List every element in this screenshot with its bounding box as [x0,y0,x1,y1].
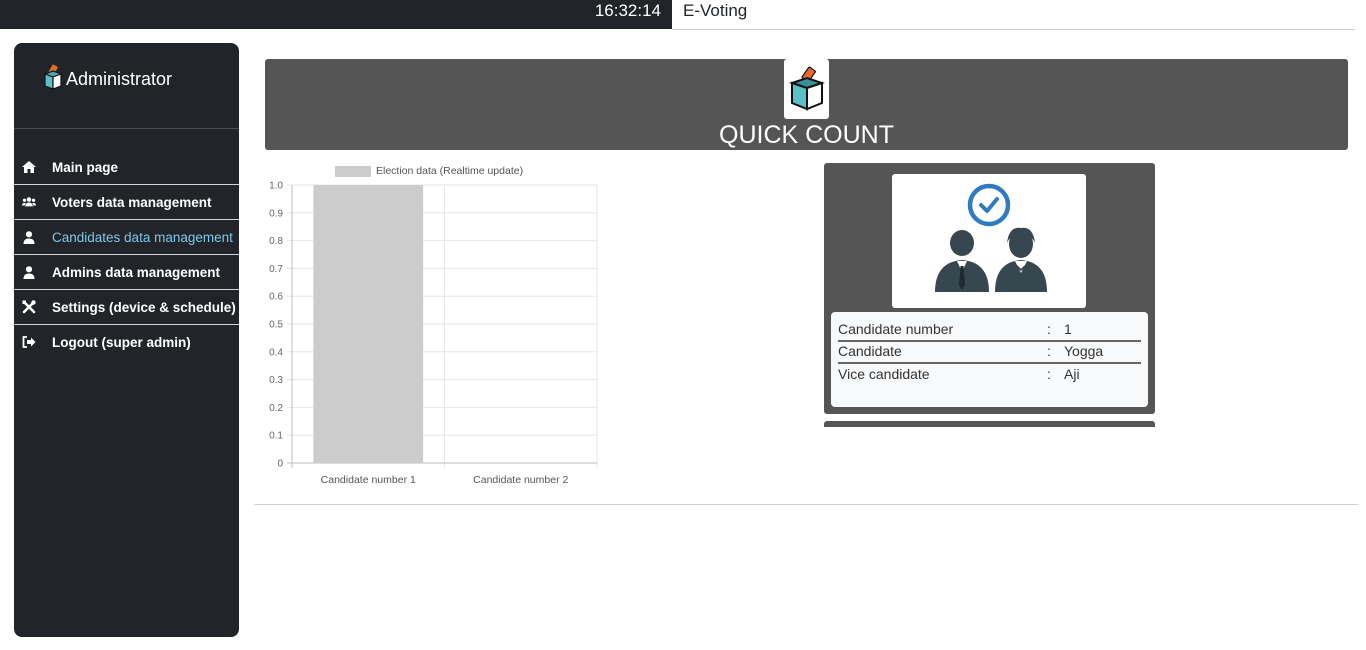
quick-count-banner: QUICK COUNT [265,59,1348,150]
y-tick-label: 0.2 [269,403,283,414]
info-label: Candidate number [838,321,954,337]
legend-swatch [335,166,371,177]
ballot-box-icon [43,64,63,95]
brand-label: Administrator [66,68,173,89]
y-tick-label: 0.9 [269,208,283,219]
legend-label: Election data (Realtime update) [376,165,523,177]
y-tick-label: 1.0 [269,181,283,192]
sidebar-item-label: Settings (device & schedule) [52,299,236,315]
candidate-pair-icon [892,174,1086,308]
user-icon [22,265,36,279]
sidebar-item-label: Candidates data management [52,229,233,245]
y-tick-label: 0.5 [269,320,283,331]
info-colon: : [1047,366,1051,382]
y-tick-label: 0 [277,459,283,470]
x-tick-label: Candidate number 2 [473,474,568,486]
sidebar-item-main-page[interactable]: Main page [14,150,239,185]
y-tick-label: 0.1 [269,431,283,442]
sidebar-item-label: Voters data management [52,194,212,210]
sidebar-item-voters[interactable]: Voters data management [14,185,239,220]
sidebar-item-logout[interactable]: Logout (super admin) [14,325,239,359]
app-title[interactable]: E-Voting [683,0,747,22]
topbar: 16:32:14 [0,0,672,29]
sidebar-item-label: Main page [52,159,119,175]
tools-icon [22,300,36,314]
user-icon [22,230,36,244]
sidebar-divider [14,128,239,129]
candidate-name-value: Yogga [1064,343,1104,359]
home-icon [22,160,36,174]
sidebar-item-settings[interactable]: Settings (device & schedule) [14,290,239,325]
clock: 16:32:14 [594,1,661,20]
y-tick-label: 0.6 [269,292,283,303]
info-label: Candidate [838,343,902,359]
sidebar-item-label: Admins data management [52,264,221,280]
vice-candidate-value: Aji [1064,366,1080,382]
sidebar-item-label: Logout (super admin) [52,334,191,350]
vice-candidate-row: Vice candidate : Aji [838,363,1141,385]
y-tick-label: 0.3 [269,375,283,386]
info-colon: : [1047,321,1051,337]
page-title: QUICK COUNT [719,121,894,149]
y-tick-label: 0.7 [269,264,283,275]
candidate-name-row: Candidate : Yogga [838,340,1141,364]
content-divider [254,504,1358,505]
candidate-number-row: Candidate number : 1 [838,318,1141,342]
candidate-card[interactable] [824,421,1155,427]
sidebar-item-candidates[interactable]: Candidates data management [14,220,239,255]
candidate-info: Candidate number : 1 Candidate : Yogga V… [831,312,1148,407]
users-icon [22,195,36,209]
y-tick-label: 0.4 [269,347,283,358]
sign-out-icon [22,335,36,349]
bar [313,185,424,463]
x-tick-label: Candidate number 1 [321,474,416,486]
sidebar-brand[interactable]: Administrator [43,64,173,95]
info-label: Vice candidate [838,366,930,382]
ballot-box-icon [784,59,829,119]
sidebar: Administrator Main page Voters data mana… [14,43,239,637]
info-colon: : [1047,343,1051,359]
candidate-number-value: 1 [1064,321,1072,337]
election-bar-chart: 0 0.1 0.2 0.3 0.4 0.5 0.6 0.7 0.8 0.9 1.0 Candidate… [269,165,598,486]
topbar-divider [672,29,1355,30]
sidebar-item-admins[interactable]: Admins data management [14,255,239,290]
sidebar-nav: Main page Voters data management Candida… [14,150,239,359]
candidate-card[interactable]: Candidate number : 1 Candidate : Yogga V… [824,163,1155,414]
y-tick-label: 0.8 [269,236,283,247]
